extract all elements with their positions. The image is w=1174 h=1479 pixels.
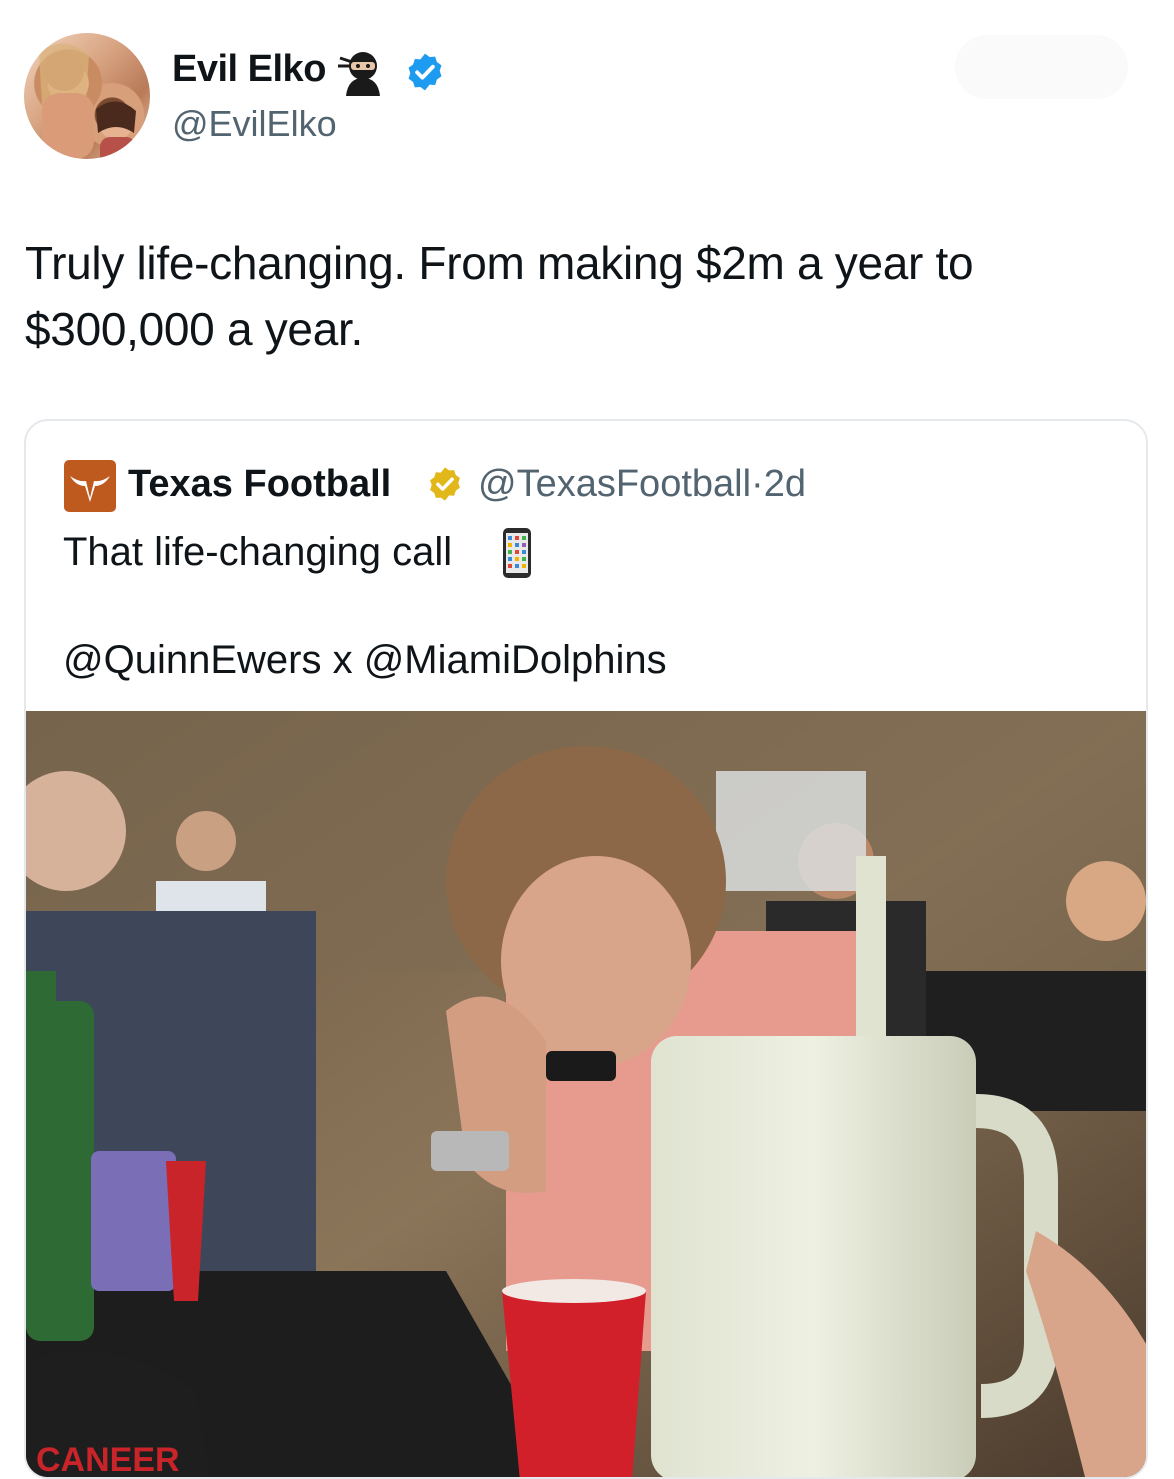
quoted-author-handle[interactable]: @TexasFootball xyxy=(478,463,751,505)
author-display-name[interactable]: Evil Elko xyxy=(172,46,326,92)
gold-verified-badge-icon xyxy=(430,467,460,501)
quoted-tweet-age[interactable]: 2d xyxy=(764,463,806,505)
quoted-tweet-card[interactable]: Texas Football @TexasFootball·2d That li… xyxy=(24,419,1148,1479)
quoted-author-name[interactable]: Texas Football xyxy=(128,460,391,508)
avatar-image xyxy=(39,43,136,159)
quoted-tweet-text-line2: @QuinnEwers x @MiamiDolphins xyxy=(63,638,667,682)
texas-longhorns-logo-icon[interactable] xyxy=(64,460,116,512)
avatar[interactable] xyxy=(24,33,150,159)
cap-text: CANEER xyxy=(36,1441,180,1479)
verified-badge-icon[interactable] xyxy=(404,51,446,93)
quoted-tweet-text-line1: That life-changing call xyxy=(63,530,453,574)
tweet-text: Truly life-changing. From making $2m a y… xyxy=(25,237,974,355)
quoted-tweet-photo[interactable]: CANEER xyxy=(26,711,1148,1479)
separator-dot: · xyxy=(751,463,764,505)
quoted-author-handle-and-age[interactable]: @TexasFootball·2d xyxy=(478,460,806,508)
ninja-emoji-icon xyxy=(338,52,380,96)
mobile-phone-icon xyxy=(503,528,531,578)
follow-button[interactable] xyxy=(955,35,1128,99)
author-handle[interactable]: @EvilElko xyxy=(172,102,337,146)
